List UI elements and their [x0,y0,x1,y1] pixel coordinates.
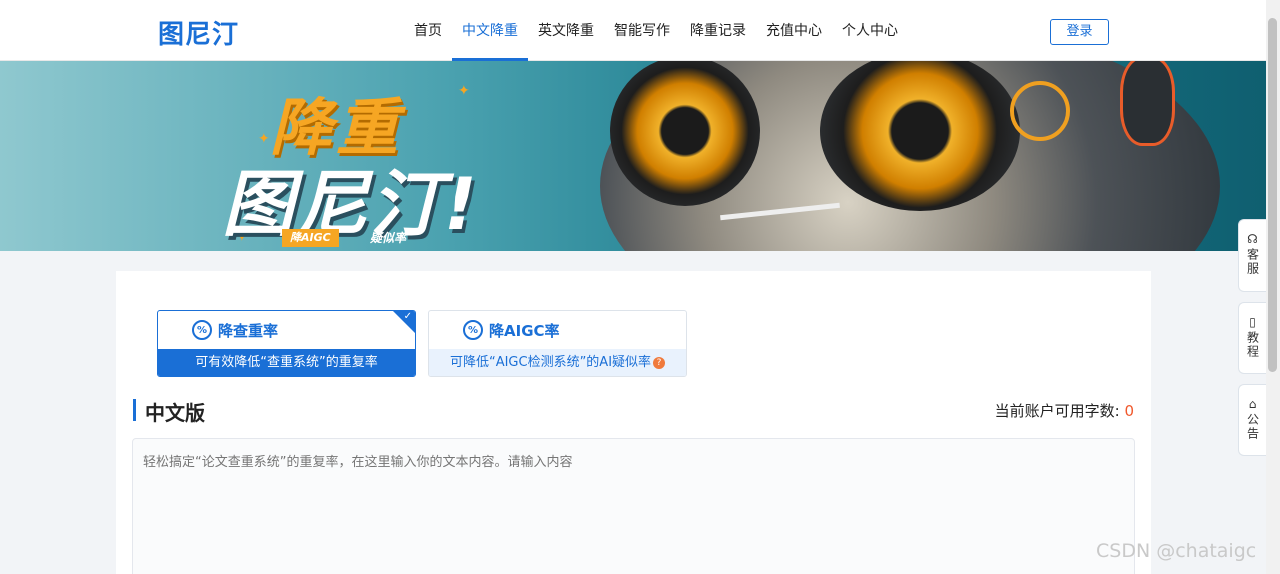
hero-banner[interactable]: ✦ ✦ ✦ 降重 图尼汀! 降AIGC 疑似率 [0,61,1266,251]
mode-tab-head: % 降查重率 [158,311,415,349]
nav-recharge[interactable]: 充值中心 [756,0,832,61]
watermark: CSDN @chataigc [1096,540,1257,562]
scrollbar-thumb[interactable] [1268,18,1277,372]
mode-tab-subtitle-wrap: 可降低“AIGC检测系统”的AI疑似率? [429,349,686,376]
mode-tab-subtitle: 可降低“AIGC检测系统”的AI疑似率 [449,355,652,370]
mode-tab-aigc[interactable]: % 降AIGC率 可降低“AIGC检测系统”的AI疑似率? [428,310,687,377]
robot-ring [1010,81,1070,141]
mode-tab-head: % 降AIGC率 [429,311,686,349]
side-customer-service[interactable]: ☊ 客服 [1238,219,1266,292]
side-label: 客服 [1245,248,1260,276]
notice-icon: ⌂ [1248,397,1257,411]
nav-rewrite-history[interactable]: 降重记录 [680,0,756,61]
nav-english-rewrite[interactable]: 英文降重 [528,0,604,61]
login-button[interactable]: 登录 [1050,19,1109,45]
robot-ear [1120,61,1175,146]
site-logo[interactable]: 图尼汀 [158,14,239,51]
book-icon: ▯ [1249,315,1256,329]
mode-tab-title: 降AIGC率 [489,321,560,340]
percent-icon: % [192,320,212,340]
check-icon: ✓ [403,311,412,322]
mode-tab-title: 降查重率 [218,321,279,340]
main-nav: 首页 中文降重 英文降重 智能写作 降重记录 充值中心 个人中心 [404,0,908,61]
banner-tag-suffix: 疑似率 [370,231,407,245]
top-header: 图尼汀 首页 中文降重 英文降重 智能写作 降重记录 充值中心 个人中心 登录 [0,0,1266,61]
side-notice[interactable]: ⌂ 公告 [1238,384,1266,456]
mode-tab-plagiarism[interactable]: % 降查重率 可有效降低“查重系统”的重复率 ✓ [157,310,416,377]
nav-smart-writing[interactable]: 智能写作 [604,0,680,61]
percent-icon: % [463,320,483,340]
side-label: 公告 [1245,413,1260,441]
headset-icon: ☊ [1247,232,1258,246]
nav-profile[interactable]: 个人中心 [832,0,908,61]
mode-tab-subtitle: 可有效降低“查重系统”的重复率 [158,349,415,376]
nav-home[interactable]: 首页 [404,0,452,61]
quota-value: 0 [1124,402,1134,420]
nav-chinese-rewrite[interactable]: 中文降重 [452,0,528,61]
help-icon[interactable]: ? [653,356,666,369]
banner-tag: 降AIGC [282,229,339,247]
section-accent-bar [133,399,136,421]
star-icon: ✦ [458,83,470,99]
quota-display: 当前账户可用字数: 0 [995,400,1134,421]
side-tutorial[interactable]: ▯ 教程 [1238,302,1266,374]
robot-eye-left [610,61,760,206]
section-title: 中文版 [145,401,205,425]
text-input-area[interactable] [132,438,1135,574]
quota-label: 当前账户可用字数: [994,402,1120,420]
side-label: 教程 [1245,331,1260,359]
banner-title-line2: 图尼汀! [222,162,479,246]
